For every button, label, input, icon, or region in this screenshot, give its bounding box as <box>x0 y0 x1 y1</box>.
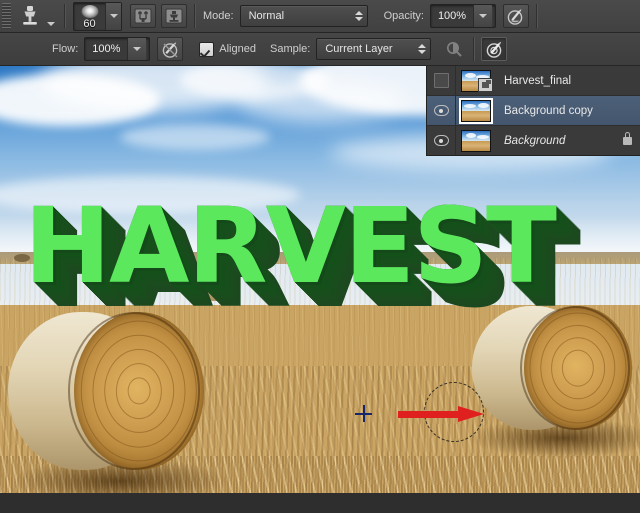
smart-object-badge-icon <box>478 77 493 92</box>
airbrush-glyph <box>162 41 178 58</box>
photoshop-window: 60 Mode: Normal Opacity: 100% Flow: 100%… <box>0 0 640 513</box>
brush-preview: 60 <box>74 3 105 30</box>
opacity-value: 100% <box>437 10 467 22</box>
lock-icon <box>622 131 632 145</box>
eye-icon <box>433 105 449 116</box>
airbrush-icon[interactable] <box>157 37 184 61</box>
tool-preset-chevron-down-icon[interactable] <box>45 6 57 26</box>
layer-row-background-copy[interactable]: Background copy <box>427 96 640 126</box>
brush-panel-icon[interactable] <box>130 4 156 28</box>
mode-select[interactable]: Normal <box>239 5 368 27</box>
flow-label: Flow: <box>52 43 79 55</box>
pressure-size-icon[interactable] <box>481 37 508 61</box>
layer-name[interactable]: Background copy <box>496 105 614 117</box>
workspace-bottom-bar <box>0 493 640 513</box>
layer-row-background[interactable]: Background <box>427 126 640 155</box>
layer-row-harvest-final[interactable]: Harvest_final <box>427 66 640 96</box>
tool-options-bar-secondary: Flow: 100% Aligned Sample: Current Layer <box>0 33 640 66</box>
pressure-opacity-glyph <box>508 8 523 25</box>
mode-label: Mode: <box>203 10 234 22</box>
layers-panel: Harvest_final Background copy Background <box>426 66 640 156</box>
horizon-haze <box>0 216 640 256</box>
arrow-shaft <box>398 411 462 418</box>
brush-size-value: 60 <box>83 17 96 30</box>
toolbar-separator-1 <box>64 4 66 28</box>
distant-bale <box>42 256 55 263</box>
mode-value: Normal <box>248 10 285 22</box>
opacity-chevron-down-icon[interactable] <box>473 5 493 27</box>
tool-options-bar: 60 Mode: Normal Opacity: 100% <box>0 0 640 33</box>
mode-stepper-icon <box>354 11 363 21</box>
layer-visibility-toggle[interactable] <box>427 96 456 125</box>
arrow-head <box>458 406 484 422</box>
cloud <box>120 124 270 150</box>
distant-bale <box>14 254 30 262</box>
pressure-opacity-icon[interactable] <box>502 4 529 28</box>
layer-thumbnail-background <box>461 129 491 152</box>
brush-dropdown-chevron-down-icon[interactable] <box>105 2 121 30</box>
chevron-down-glyph <box>47 22 55 26</box>
pressure-size-glyph <box>486 41 502 58</box>
layer-thumbnail-wrap[interactable] <box>456 69 496 92</box>
opacity-input[interactable]: 100% <box>429 4 496 28</box>
layer-lock-indicator <box>614 131 640 145</box>
aligned-label: Aligned <box>219 43 256 55</box>
ignore-adjustment-icon[interactable] <box>441 37 467 61</box>
distant-bale <box>198 284 232 301</box>
hay-bale-left <box>8 312 204 470</box>
flow-input[interactable]: 100% <box>84 37 151 61</box>
layer-name[interactable]: Harvest_final <box>496 75 614 87</box>
layer-thumbnail-wrap[interactable] <box>456 129 496 152</box>
opacity-label: Opacity: <box>383 10 424 22</box>
distant-bale <box>104 258 118 265</box>
bale-rim <box>68 312 200 470</box>
toolbar-separator-2 <box>194 4 196 28</box>
layer-thumbnail-background-copy <box>459 97 493 124</box>
brush-preset-picker[interactable]: 60 <box>73 1 122 31</box>
layer-visibility-toggle[interactable] <box>427 126 456 155</box>
clone-source-panel-glyph <box>165 8 183 24</box>
aligned-checkbox-box <box>199 41 215 57</box>
eye-off-icon <box>433 73 449 88</box>
clone-source-panel-icon[interactable] <box>161 4 187 28</box>
layer-thumbnail-wrap[interactable] <box>456 97 496 124</box>
flow-value: 100% <box>92 43 121 55</box>
soft-round-brush-icon <box>81 4 98 18</box>
eye-icon <box>433 135 449 146</box>
ignore-adjustment-glyph <box>447 42 463 57</box>
layer-name[interactable]: Background <box>496 135 614 147</box>
layer-visibility-toggle[interactable] <box>427 66 456 95</box>
aligned-checkbox[interactable]: Aligned <box>199 41 256 57</box>
flow-chevron-down-icon[interactable] <box>127 38 147 60</box>
sample-stepper-icon <box>418 44 427 54</box>
distant-bale <box>430 276 456 289</box>
toolbar-separator-4 <box>473 37 476 61</box>
sample-value: Current Layer <box>325 43 393 55</box>
bale-rim <box>520 306 630 430</box>
clone-stamp-icon[interactable] <box>15 4 45 28</box>
red-arrow-right-icon <box>398 406 484 422</box>
hay-bale-right <box>472 306 632 430</box>
toolbar-separator-3 <box>535 4 538 28</box>
sample-label: Sample: <box>269 43 311 55</box>
crosshair-icon <box>355 405 372 422</box>
brush-panel-glyph <box>134 8 152 24</box>
chevron-down-glyph <box>109 14 118 18</box>
clone-stamp-glyph <box>23 6 37 25</box>
sample-select[interactable]: Current Layer <box>316 38 432 60</box>
options-bar-gripper[interactable] <box>2 3 11 29</box>
